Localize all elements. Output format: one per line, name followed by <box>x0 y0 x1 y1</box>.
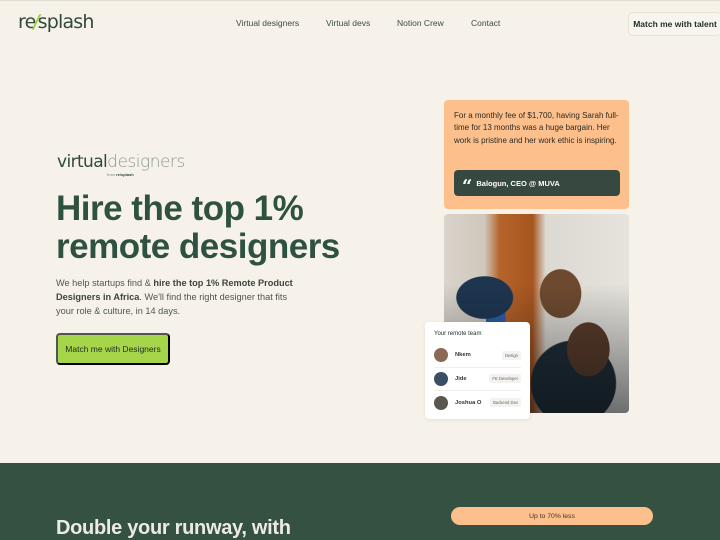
hero-headline: Hire the top 1% remote designers <box>56 190 340 266</box>
match-me-with-designers-button[interactable]: Match me with Designers <box>56 333 170 365</box>
quote-icon: “ <box>462 175 473 197</box>
runway-heading: Double your runway, with <box>56 517 291 539</box>
nav-notion-crew[interactable]: Notion Crew <box>397 18 444 28</box>
top-navigation: re/splash Virtual designers Virtual devs… <box>0 0 720 44</box>
member-role-badge: Design <box>501 350 521 360</box>
byline-brand: re/splash <box>116 172 134 177</box>
testimonial-quote: For a monthly fee of $1,700, having Sara… <box>454 111 619 145</box>
team-member: Nkem Design <box>434 344 521 368</box>
team-card-title: Your remote team <box>434 331 482 337</box>
resplash-logo[interactable]: re/splash <box>18 11 94 33</box>
team-member: Joshua O Backend Dev <box>434 391 521 415</box>
runway-section: Double your runway, with Up to 70% less <box>0 463 720 540</box>
savings-pill: Up to 70% less <box>451 507 653 525</box>
member-name: Jide <box>455 375 467 382</box>
byline-prefix: from <box>107 172 115 177</box>
team-member: Jide FE Developer <box>434 368 521 391</box>
member-name: Joshua O <box>455 399 482 406</box>
avatar <box>434 348 448 363</box>
testimonial-author-bar: “ Balogun, CEO @ MUVA <box>454 170 620 196</box>
nav-virtual-designers[interactable]: Virtual designers <box>236 18 299 28</box>
subtitle-part-1: We help startups find & <box>56 278 154 288</box>
logo-suffix: splash <box>37 11 95 33</box>
avatar <box>434 395 448 410</box>
virtual-designers-logo: virtualdesigners from re/splash <box>57 152 185 177</box>
member-role-badge: Backend Dev <box>490 398 521 408</box>
match-me-with-talent-button[interactable]: Match me with talent <box>628 12 720 36</box>
brand-byline: from re/splash <box>107 172 134 177</box>
remote-team-card: Your remote team Nkem Design Jide FE Dev… <box>425 322 530 419</box>
headline-line-2: remote designers <box>56 227 340 266</box>
nav-contact[interactable]: Contact <box>471 18 500 28</box>
testimonial-card: For a monthly fee of $1,700, having Sara… <box>444 100 629 209</box>
avatar <box>434 371 448 386</box>
brand-designers: designers <box>107 152 185 172</box>
hero-subtitle: We help startups find & hire the top 1% … <box>56 276 306 318</box>
member-name: Nkem <box>455 352 471 359</box>
headline-line-1: Hire the top 1% <box>56 189 304 228</box>
member-role-badge: FE Developer <box>489 374 521 384</box>
brand-virtual: virtual <box>57 152 108 172</box>
testimonial-author: Balogun, CEO @ MUVA <box>476 178 560 188</box>
nav-virtual-devs[interactable]: Virtual devs <box>326 18 370 28</box>
